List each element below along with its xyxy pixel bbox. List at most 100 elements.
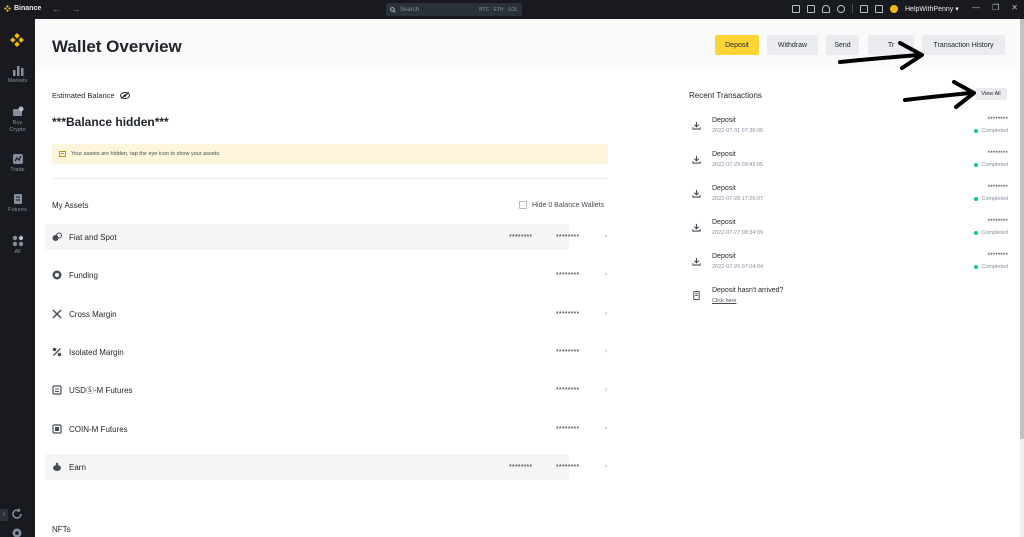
transaction-date: 2022-07-31 07:36:05 bbox=[712, 128, 764, 134]
grid-icon bbox=[12, 235, 23, 247]
transaction-status: Completed bbox=[974, 196, 1008, 202]
info-box-icon bbox=[59, 151, 66, 157]
asset-row-usds-m-futures[interactable]: USDⓈ-M Futures ******** › bbox=[45, 377, 607, 403]
chevron-right-icon: › bbox=[605, 349, 607, 355]
username-menu[interactable]: HelpWithPenny ▾ bbox=[905, 5, 959, 13]
chevron-right-icon: › bbox=[605, 234, 607, 240]
click-here-link[interactable]: Click here bbox=[712, 298, 736, 304]
asset-value-masked: ******** bbox=[556, 425, 580, 433]
sidebar-item-all[interactable]: All bbox=[0, 235, 35, 255]
user-avatar[interactable] bbox=[890, 4, 898, 13]
status-text: Completed bbox=[981, 264, 1008, 270]
asset-value-masked: ******** bbox=[556, 233, 580, 241]
asset-row-isolated-margin[interactable]: Isolated Margin ******** › bbox=[45, 339, 607, 365]
transaction-item[interactable]: Deposit 2022-07-29 09:42:05 ******** Com… bbox=[692, 151, 1008, 181]
title-bar: Binance ← → Search BTC · ETH · SOL HelpW… bbox=[0, 0, 1024, 19]
transaction-amount-masked: ******** bbox=[987, 151, 1008, 157]
asset-row-fiat-and-spot[interactable]: Fiat and Spot ******** ******** › bbox=[45, 224, 607, 250]
close-icon[interactable]: ✕ bbox=[1011, 3, 1018, 12]
asset-row-earn[interactable]: Earn ******** ******** › bbox=[45, 454, 607, 480]
sidebar-item-trade[interactable]: Trade bbox=[0, 153, 35, 173]
hide-zero-balance-toggle[interactable]: Hide 0 Balance Wallets bbox=[519, 201, 604, 209]
withdraw-button[interactable]: Withdraw bbox=[767, 35, 818, 55]
estimated-balance-label: Estimated Balance bbox=[52, 91, 130, 100]
download-icon bbox=[692, 257, 701, 266]
transaction-title: Deposit bbox=[712, 117, 736, 124]
wallet-coin-icon bbox=[12, 106, 23, 116]
search-input[interactable]: Search BTC · ETH · SOL bbox=[386, 3, 522, 16]
restore-icon[interactable]: ❐ bbox=[992, 3, 999, 12]
asset-row-funding[interactable]: Funding ******** › bbox=[45, 262, 607, 288]
sidebar-expand-toggle[interactable]: ‹ bbox=[0, 509, 8, 521]
asset-name: USDⓈ-M Futures bbox=[69, 385, 133, 395]
sidebar-item-label: Trade bbox=[10, 167, 25, 173]
annotation-arrows bbox=[838, 41, 976, 109]
sidebar-item-buy-crypto[interactable]: Buy Crypto bbox=[0, 106, 35, 134]
transaction-item[interactable]: Deposit 2022-07-27 08:34:09 ******** Com… bbox=[692, 219, 1008, 249]
scrollbar-thumb[interactable] bbox=[1020, 19, 1024, 439]
download-icon bbox=[692, 223, 701, 232]
transaction-amount-masked: ******** bbox=[987, 219, 1008, 225]
refresh-icon[interactable] bbox=[11, 508, 23, 520]
sidebar-item-markets[interactable]: Markets bbox=[0, 64, 35, 84]
page-scrollbar[interactable] bbox=[1020, 19, 1024, 537]
back-arrow-icon[interactable]: ← bbox=[52, 4, 61, 14]
wallet-icon[interactable] bbox=[860, 4, 868, 13]
nav-buttons: ← → bbox=[52, 4, 89, 14]
sidebar-item-futures[interactable]: Futures bbox=[0, 193, 35, 213]
window-controls: — ❐ ✕ bbox=[972, 3, 1018, 12]
chevron-right-icon: › bbox=[605, 311, 607, 317]
eye-hidden-icon[interactable] bbox=[119, 92, 130, 99]
transaction-date: 2022-07-26 07:04:04 bbox=[712, 264, 764, 270]
settings-gear-icon[interactable] bbox=[11, 527, 23, 537]
minimize-icon[interactable]: — bbox=[972, 3, 980, 12]
asset-value-masked: ******** bbox=[556, 386, 580, 394]
asset-name: Isolated Margin bbox=[69, 347, 124, 357]
settings-gear-icon[interactable] bbox=[837, 4, 845, 13]
estimated-balance-text: Estimated Balance bbox=[52, 91, 115, 100]
download-icon bbox=[692, 189, 701, 198]
deposit-help-item: Deposit hasn't arrived? Click here bbox=[692, 287, 1008, 317]
main-content: Estimated Balance ***Balance hidden*** Y… bbox=[35, 71, 1020, 537]
hide-zero-checkbox[interactable] bbox=[519, 201, 527, 209]
asset-row-cross-margin[interactable]: Cross Margin ******** › bbox=[45, 301, 607, 327]
asset-row-coin-m-futures[interactable]: COIN-M Futures ******** › bbox=[45, 416, 607, 442]
chevron-right-icon: › bbox=[605, 272, 607, 278]
notification-bell-icon[interactable] bbox=[822, 4, 830, 13]
transaction-status: Completed bbox=[974, 128, 1008, 134]
status-dot bbox=[974, 163, 979, 167]
annotation-arrow-view-all bbox=[903, 91, 972, 102]
usdm-futures-icon bbox=[52, 385, 62, 395]
app-name: Binance bbox=[14, 5, 42, 12]
transaction-item[interactable]: Deposit 2022-07-28 17:26:07 ******** Com… bbox=[692, 185, 1008, 215]
coinm-futures-icon bbox=[52, 424, 62, 434]
my-assets-title: My Assets bbox=[52, 201, 89, 210]
orders-icon[interactable] bbox=[875, 4, 883, 13]
sidebar-item-label: Futures bbox=[8, 207, 27, 213]
status-text: Completed bbox=[981, 196, 1008, 202]
status-text: Completed bbox=[981, 162, 1008, 168]
futures-icon bbox=[13, 194, 22, 204]
status-text: Completed bbox=[981, 230, 1008, 236]
document-icon bbox=[693, 291, 700, 300]
asset-name: COIN-M Futures bbox=[69, 424, 128, 434]
transaction-item[interactable]: Deposit 2022-07-26 07:04:04 ******** Com… bbox=[692, 253, 1008, 283]
transaction-title: Deposit bbox=[712, 151, 736, 158]
forward-arrow-icon[interactable]: → bbox=[72, 4, 81, 14]
asset-value-masked: ******** bbox=[556, 348, 580, 356]
transaction-amount-masked: ******** bbox=[987, 253, 1008, 259]
transaction-date: 2022-07-27 08:34:09 bbox=[712, 230, 764, 236]
chevron-right-icon: › bbox=[605, 387, 607, 393]
binance-logo-icon[interactable] bbox=[10, 33, 24, 47]
transaction-amount-masked: ******** bbox=[987, 185, 1008, 191]
balance-value: ***Balance hidden*** bbox=[52, 115, 169, 129]
download-app-icon[interactable] bbox=[792, 4, 800, 13]
qr-icon[interactable] bbox=[807, 4, 815, 13]
asset-value-masked: ******** bbox=[556, 310, 580, 318]
search-hints: BTC · ETH · SOL bbox=[479, 6, 518, 13]
deposit-button[interactable]: Deposit bbox=[715, 35, 759, 55]
bar-chart-icon bbox=[12, 66, 23, 76]
username-label: HelpWithPenny bbox=[905, 5, 954, 13]
asset-balance-masked: ******** bbox=[509, 463, 533, 471]
transaction-title: Deposit bbox=[712, 253, 736, 260]
